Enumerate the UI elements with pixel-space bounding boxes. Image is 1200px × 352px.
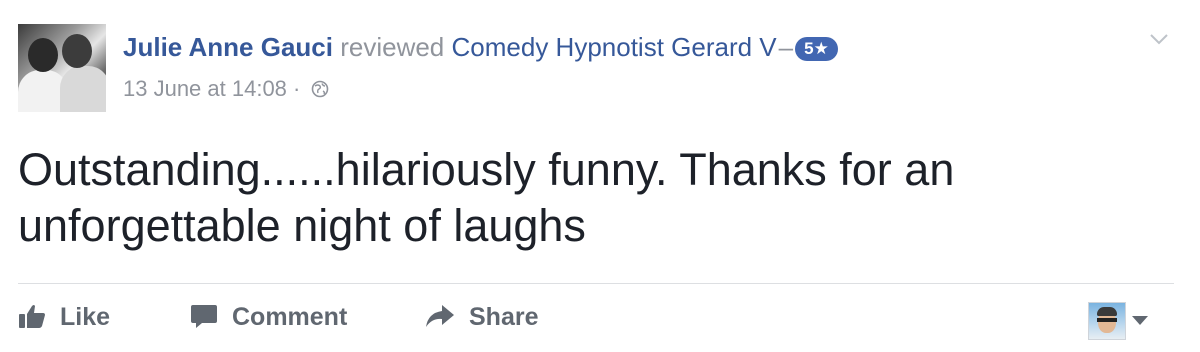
action-text: reviewed (340, 32, 445, 62)
thumbs-up-icon (19, 305, 45, 328)
post-timestamp[interactable]: 13 June at 14:08 (123, 76, 287, 101)
avatar-figure (60, 66, 106, 112)
comment-button[interactable]: Comment (190, 300, 347, 334)
post-headline: Julie Anne Gauci reviewed Comedy Hypnoti… (123, 30, 838, 64)
avatar-glasses (1097, 318, 1117, 322)
author-name-link[interactable]: Julie Anne Gauci (123, 32, 333, 62)
reviewed-page-link[interactable]: Comedy Hypnotist Gerard V (452, 32, 777, 62)
comment-label: Comment (232, 303, 348, 331)
comment-icon (191, 305, 217, 328)
like-label: Like (60, 303, 111, 331)
share-label: Share (469, 303, 539, 331)
meta-separator: · (293, 76, 301, 101)
share-button[interactable]: Share (425, 300, 538, 334)
divider (18, 283, 1174, 284)
rating-badge: 5★ (795, 37, 838, 61)
avatar-figure (62, 34, 92, 68)
review-text: Outstanding......hilariously funny. Than… (18, 144, 955, 251)
chevron-down-icon[interactable] (1148, 30, 1170, 48)
like-button[interactable]: Like (18, 300, 110, 334)
avatar-hair (1097, 307, 1117, 316)
caret-down-icon (1132, 316, 1148, 325)
avatar-figure (28, 38, 58, 72)
post-as-selector[interactable] (1088, 300, 1152, 340)
headline-separator: – (778, 32, 794, 62)
share-arrow-icon (426, 305, 454, 327)
viewer-avatar (1088, 302, 1126, 340)
author-avatar[interactable] (18, 24, 106, 112)
review-post: Julie Anne Gauci reviewed Comedy Hypnoti… (0, 0, 1200, 352)
globe-icon[interactable] (311, 80, 329, 98)
post-meta: 13 June at 14:08 · (123, 74, 329, 104)
